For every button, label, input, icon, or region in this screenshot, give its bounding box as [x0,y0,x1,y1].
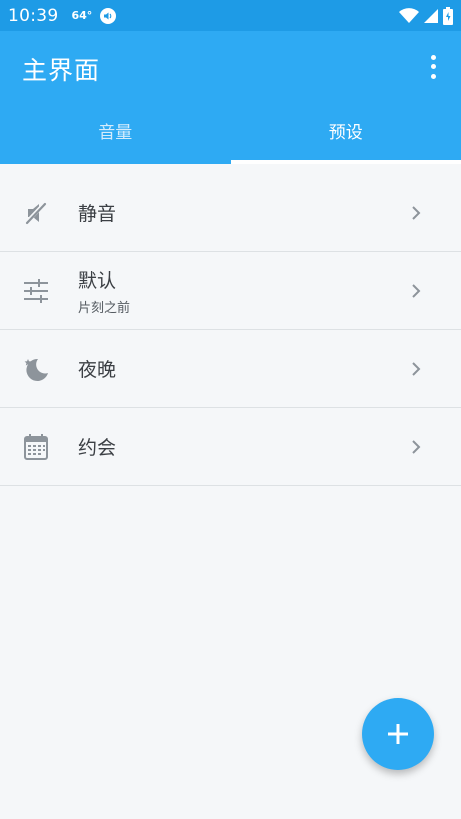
tab-presets[interactable]: 预设 [230,101,461,164]
preset-item-night[interactable]: 夜晚 [0,330,461,408]
add-icon [388,724,408,744]
volume-mute-icon [22,199,50,227]
preset-label: 夜晚 [78,359,117,381]
chevron-right-icon [412,361,421,376]
chevron-right-icon [412,205,421,220]
page-title: 主界面 [22,56,101,85]
wifi-icon [399,7,419,23]
tune-sliders-icon [22,277,50,305]
status-bar: 10:39 64° [0,0,461,31]
add-preset-button[interactable] [362,698,434,770]
preset-item-appointment[interactable]: 约会 [0,408,461,486]
cellular-signal-icon [424,8,438,23]
preset-list: 静音 默认 片刻之前 夜晚 约会 [0,174,461,486]
preset-subtitle: 片刻之前 [78,300,131,316]
chevron-right-icon [412,439,421,454]
preset-label: 静音 [78,203,117,225]
more-vert-icon[interactable] [421,53,445,81]
status-time: 10:39 [8,5,59,26]
calendar-icon [22,433,50,461]
night-moon-icon [22,355,50,383]
tab-bar: 音量 预设 [0,101,461,164]
battery-icon [443,6,453,25]
preset-item-mute[interactable]: 静音 [0,174,461,252]
preset-label: 约会 [78,437,117,459]
preset-item-default[interactable]: 默认 片刻之前 [0,252,461,330]
status-right-icons [399,6,453,25]
tab-volume[interactable]: 音量 [0,101,231,164]
preset-label: 默认 [78,269,117,292]
app-bar: 主界面 音量 预设 [0,31,461,164]
tab-volume-label: 音量 [98,123,133,143]
volume-notification-icon [100,7,117,24]
tab-presets-label: 预设 [328,123,363,143]
status-temperature: 64° [71,9,93,22]
chevron-right-icon [412,283,421,298]
